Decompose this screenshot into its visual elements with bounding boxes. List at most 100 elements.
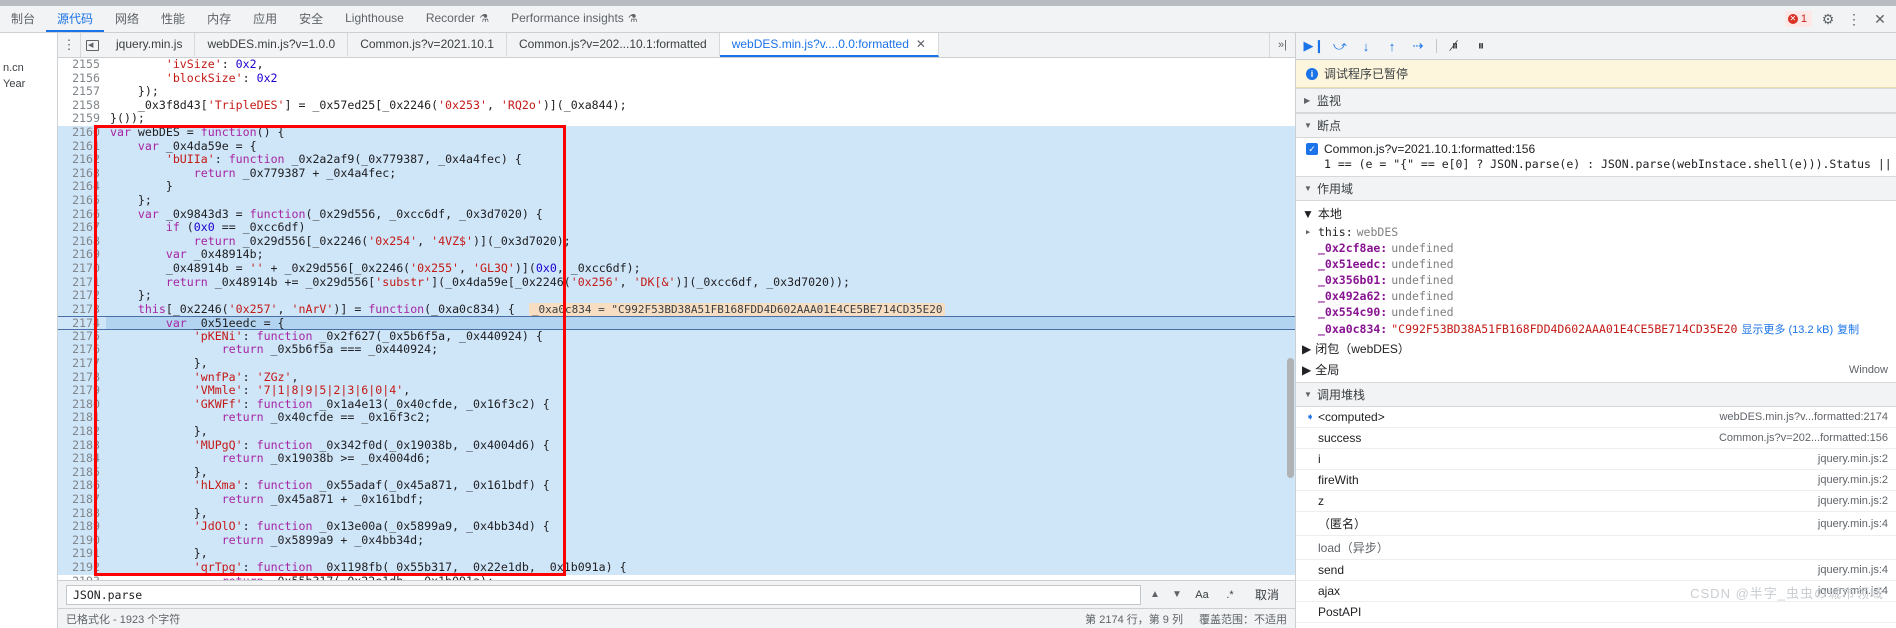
line-content[interactable]: return _0x779387 + _0x4a4fec; (106, 166, 1295, 181)
line-number[interactable]: 2193 (58, 574, 106, 580)
line-content[interactable]: }, (106, 506, 1295, 521)
navigator-item[interactable]: n.cn (0, 60, 57, 76)
code-line[interactable]: 2168 return _0x29d556[_0x2246('0x254', '… (58, 234, 1295, 249)
scope-variable[interactable]: _0x492a62: undefined (1296, 288, 1896, 304)
line-number[interactable]: 2171 (58, 275, 106, 290)
code-line[interactable]: 2161 var _0x4da59e = { (58, 139, 1295, 154)
line-number[interactable]: 2161 (58, 139, 106, 154)
line-content[interactable]: 'qrTpg': function _0x1198fb(_0x55b317, _… (106, 560, 1295, 575)
line-content[interactable]: var webDES = function() { (106, 125, 1295, 140)
source-tab-Common.js?v=2021.10.1[interactable]: Common.js?v=2021.10.1 (348, 33, 507, 57)
line-number[interactable]: 2177 (58, 356, 106, 371)
line-number[interactable]: 2164 (58, 180, 106, 194)
line-number[interactable]: 2192 (58, 560, 106, 575)
line-content[interactable]: }; (106, 193, 1295, 208)
line-content[interactable]: 'VMmle': '7|1|8|9|5|2|3|6|0|4', (106, 383, 1295, 398)
line-content[interactable]: return _0x45a871 + _0x161bdf; (106, 492, 1295, 507)
scope-group-local[interactable]: ▼ 本地 (1296, 203, 1896, 224)
line-content[interactable]: }, (106, 547, 1295, 561)
line-content[interactable]: var _0x4da59e = { (106, 139, 1295, 154)
line-content[interactable]: return _0x29d556[_0x2246('0x254', '4VZ$'… (106, 234, 1295, 249)
show-more-link[interactable]: 显示更多 (13.2 kB) (1741, 321, 1833, 337)
scope-variable[interactable]: ▶ this: webDES (1296, 224, 1896, 240)
step-out-icon[interactable]: ↑ (1380, 35, 1404, 57)
watch-section-header[interactable]: ▶ 监视 (1296, 88, 1896, 113)
line-content[interactable]: return _0x19038b >= _0x4004d6; (106, 451, 1295, 466)
line-content[interactable]: _0x48914b = '' + _0x29d556[_0x2246('0x25… (106, 261, 1295, 276)
debugger-toolbar[interactable]: ▶❙ ⤻ ↓ ↑ ⇢ ⏸̸ ⏸ (1296, 33, 1896, 60)
line-number[interactable]: 2176 (58, 343, 106, 358)
error-count-badge[interactable]: ✕ 1 (1784, 11, 1812, 27)
code-line[interactable]: 2180 'GKWFf': function _0x1a4e13(_0x40cf… (58, 397, 1295, 412)
code-line[interactable]: 2176 return _0x5b6f5a === _0x440924; (58, 343, 1295, 358)
code-line[interactable]: 2160 var webDES = function() { (58, 125, 1295, 140)
breakpoint-list[interactable]: ✓ Common.js?v=2021.10.1:formatted:156 1 ==… (1296, 138, 1896, 176)
code-line[interactable]: 2167 if (0x0 == _0xcc6df) (58, 220, 1295, 235)
editor-scrollbar[interactable] (1287, 58, 1294, 580)
line-number[interactable]: 2185 (58, 465, 106, 480)
tab-网络[interactable]: 网络 (104, 6, 150, 32)
line-number[interactable]: 2188 (58, 506, 106, 521)
call-stack-frame[interactable]: z jquery.min.js:2 (1296, 491, 1896, 512)
breakpoints-section-header[interactable]: ▼ 断点 (1296, 113, 1896, 138)
code-lines[interactable]: 2155 'ivSize': 0x2, 2156 'blockSize': 0x2… (58, 58, 1295, 580)
call-stack-frame[interactable]: success Common.js?v=202...formatted:156 (1296, 428, 1896, 449)
source-tab-webDES.min.js?v....0.0:formatted[interactable]: webDES.min.js?v....0.0:formatted ✕ (719, 33, 939, 57)
gear-icon[interactable]: ⚙ (1818, 9, 1838, 29)
code-line[interactable]: 2171 return _0x48914b += _0x29d556['subs… (58, 275, 1295, 290)
code-line[interactable]: 2192 'qrTpg': function _0x1198fb(_0x55b3… (58, 560, 1295, 575)
scope-variable[interactable]: _0xa0c834: "C992F53BD38A51FB168FDD4D602AA… (1296, 320, 1896, 338)
tab-性能[interactable]: 性能 (150, 6, 196, 32)
tab-Lighthouse[interactable]: Lighthouse (334, 6, 415, 32)
debugger-sections[interactable]: ▶ 监视 ▼ 断点 ✓ Common.js?v=2021.10.1:formatt… (1296, 88, 1896, 628)
tabbar-right-group[interactable]: ✕ 1 ⚙ ⋮ ✕ (1784, 6, 1896, 32)
line-number[interactable]: 2172 (58, 288, 106, 303)
line-number[interactable]: 2163 (58, 166, 106, 181)
source-file-tabbar[interactable]: ⋮ ◀ jquery.min.js webDES.min.js?v=1.0.0 Co… (58, 33, 1295, 58)
call-stack-list[interactable]: ➧ <computed> webDES.min.js?v...formatted:2… (1296, 407, 1896, 623)
code-line[interactable]: 2188 }, (58, 506, 1295, 521)
line-number[interactable]: 2190 (58, 533, 106, 548)
line-content[interactable]: 'blockSize': 0x2 (106, 71, 1295, 86)
code-line[interactable]: 2181 return _0x40cfde == _0x16f3c2; (58, 411, 1295, 426)
breakpoint-item[interactable]: ✓ Common.js?v=2021.10.1:formatted:156 (1296, 140, 1896, 156)
scope-group-global[interactable]: ▶ 全局 Window (1296, 359, 1896, 380)
code-line[interactable]: 2190 return _0x5899a9 + _0x4bb34d; (58, 533, 1295, 548)
step-over-icon[interactable]: ⤻ (1328, 35, 1352, 57)
line-content[interactable]: return _0x5b6f5a === _0x440924; (106, 343, 1295, 358)
breakpoint-checkbox[interactable]: ✓ (1306, 143, 1318, 155)
code-line[interactable]: 2169 var _0x48914b; (58, 248, 1295, 262)
line-number[interactable]: 2186 (58, 479, 106, 493)
line-content[interactable]: var _0x51eedc = { (106, 316, 1295, 330)
line-content[interactable]: _0x3f8d43['TripleDES'] = _0x57ed25[_0x22… (106, 98, 1295, 113)
line-content[interactable]: }, (106, 356, 1295, 371)
code-line[interactable]: 2184 return _0x19038b >= _0x4004d6; (58, 451, 1295, 466)
line-content[interactable]: }, (106, 465, 1295, 480)
scope-variable[interactable]: _0x356b01: undefined (1296, 272, 1896, 288)
code-line[interactable]: 2179 'VMmle': '7|1|8|9|5|2|3|6|0|4', (58, 383, 1295, 398)
line-number[interactable]: 2180 (58, 397, 106, 412)
line-number[interactable]: 2162 (58, 153, 106, 167)
code-line[interactable]: 2172 }; (58, 288, 1295, 303)
line-number[interactable]: 2155 (58, 58, 106, 72)
regex-button[interactable]: .* (1219, 585, 1241, 605)
chevron-down-icon[interactable]: ▼ (1169, 589, 1185, 600)
line-content[interactable]: this[_0x2246('0x257', 'nArV')] = functio… (106, 302, 1295, 317)
tab-源代码[interactable]: 源代码 (46, 6, 105, 32)
call-stack-frame[interactable]: ➧ <computed> webDES.min.js?v...formatted:2… (1296, 407, 1896, 428)
line-content[interactable]: 'JdOlO': function _0x13e00a(_0x5899a9, _… (106, 519, 1295, 534)
call-stack-frame[interactable]: ajax jquery.min.js:4 (1296, 581, 1896, 602)
scope-variable[interactable]: _0x2cf8ae: undefined (1296, 240, 1896, 256)
scope-variable[interactable]: _0x51eedc: undefined (1296, 256, 1896, 272)
line-number[interactable]: 2167 (58, 221, 106, 235)
code-line[interactable]: 2163 return _0x779387 + _0x4a4fec; (58, 166, 1295, 181)
scope-list[interactable]: ▼ 本地 ▶ this: webDES _0x2cf8ae: undefined _0x51e… (1296, 201, 1896, 382)
line-number[interactable]: 2169 (58, 248, 106, 262)
line-number[interactable]: 2174 (58, 317, 106, 330)
step-into-icon[interactable]: ↓ (1354, 35, 1378, 57)
code-line[interactable]: 2159}()); (58, 112, 1295, 126)
line-content[interactable]: } (106, 180, 1295, 194)
code-line[interactable]: 2173 this[_0x2246('0x257', 'nArV')] = fu… (58, 302, 1295, 317)
step-icon[interactable]: ⇢ (1406, 35, 1430, 57)
line-content[interactable]: 'hLXma': function _0x55adaf(_0x45a871, _… (106, 479, 1295, 493)
